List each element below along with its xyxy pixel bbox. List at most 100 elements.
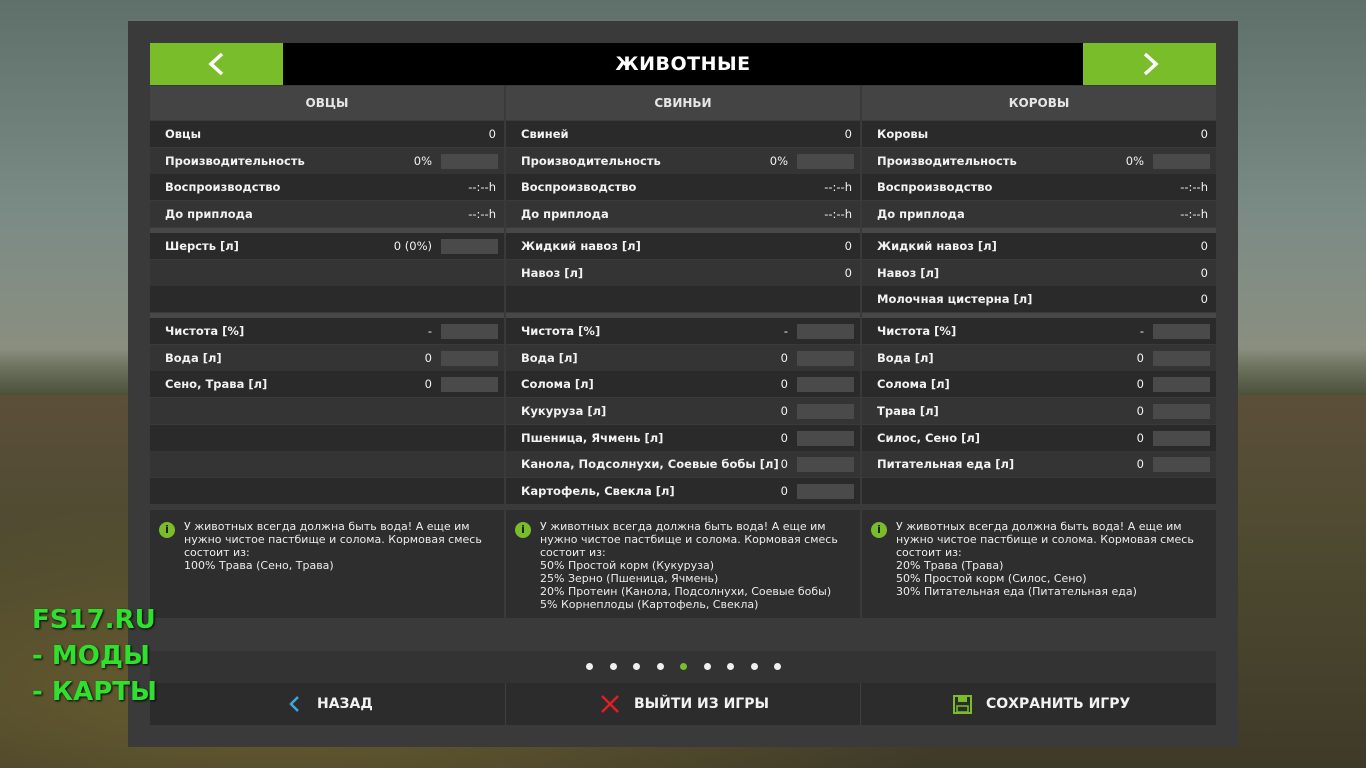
stat-label: Кукуруза [л] bbox=[521, 404, 607, 418]
animal-column: КОРОВЫ Коровы 0 Производительность 0% Воспрои… bbox=[862, 86, 1216, 618]
stat-value: 0% bbox=[769, 153, 788, 168]
stat-label: Чистота [%] bbox=[521, 323, 601, 338]
save-floppy-icon bbox=[953, 695, 972, 714]
stat-label: Вода [л] bbox=[877, 350, 934, 365]
level-bar bbox=[1153, 153, 1210, 169]
empty-row bbox=[506, 286, 860, 313]
stat-value: --:--h bbox=[824, 207, 852, 222]
feeding-info-text: У животных всегда должна быть вода! А ещ… bbox=[896, 520, 1194, 598]
stat-label: Пшеница, Ячмень [л] bbox=[521, 430, 664, 445]
stat-row: Силос, Сено [л] 0 bbox=[862, 424, 1216, 451]
stat-row: Шерсть [л] 0 (0%) bbox=[150, 232, 504, 259]
stat-row: Вода [л] 0 bbox=[150, 344, 504, 371]
stat-label: Производительность bbox=[521, 153, 661, 168]
site-watermark: FS17.RU - МОДЫ - КАРТЫ bbox=[32, 602, 157, 710]
empty-row bbox=[150, 424, 504, 451]
level-bar bbox=[797, 404, 854, 419]
stat-value: 0 bbox=[424, 377, 432, 392]
level-bar bbox=[797, 377, 854, 393]
level-bar bbox=[1153, 350, 1210, 366]
stat-label: Воспроизводство bbox=[521, 180, 637, 195]
next-page-button[interactable] bbox=[1083, 43, 1216, 85]
level-bar bbox=[1153, 323, 1210, 339]
stat-label: Трава [л] bbox=[877, 404, 939, 418]
quit-game-button[interactable]: ВЫЙТИ ИЗ ИГРЫ bbox=[506, 683, 860, 725]
stat-label: До приплода bbox=[165, 207, 253, 222]
stat-value: 0 bbox=[844, 265, 852, 280]
stat-row: До приплода --:--h bbox=[506, 201, 860, 228]
feeding-info-text: У животных всегда должна быть вода! А ещ… bbox=[540, 520, 838, 611]
stat-row: Производительность 0% bbox=[862, 147, 1216, 174]
page-dot[interactable] bbox=[586, 663, 593, 670]
page-title: ЖИВОТНЫЕ bbox=[615, 53, 751, 75]
stat-label: Жидкий навоз [л] bbox=[877, 238, 997, 253]
column-title: КОРОВЫ bbox=[862, 86, 1216, 120]
page-indicator bbox=[150, 651, 1216, 683]
level-bar bbox=[1153, 404, 1210, 419]
page-dot[interactable] bbox=[727, 663, 734, 670]
animal-column: ОВЦЫ Овцы 0 Производительность 0% Воспроизвод… bbox=[150, 86, 504, 618]
page-header: ЖИВОТНЫЕ bbox=[150, 43, 1216, 85]
save-label: СОХРАНИТЬ ИГРУ bbox=[986, 696, 1131, 712]
stat-label: Солома [л] bbox=[877, 377, 950, 392]
stat-value: 0 (0%) bbox=[393, 238, 432, 253]
prev-page-button[interactable] bbox=[150, 43, 283, 85]
chevron-left-icon bbox=[208, 52, 224, 76]
stat-value: 0% bbox=[413, 153, 432, 168]
watermark-line: - МОДЫ bbox=[32, 641, 150, 671]
level-bar bbox=[441, 238, 498, 254]
stat-label: Силос, Сено [л] bbox=[877, 430, 981, 445]
stat-label: Навоз [л] bbox=[521, 265, 584, 280]
stat-row: Навоз [л] 0 bbox=[862, 259, 1216, 286]
stat-row: Солома [л] 0 bbox=[862, 371, 1216, 398]
stat-row: Чистота [%] - bbox=[506, 317, 860, 344]
level-bar bbox=[797, 323, 854, 339]
stat-row: Картофель, Свекла [л] 0 bbox=[506, 478, 860, 505]
stat-row: Производительность 0% bbox=[150, 147, 504, 174]
stat-label: Свиней bbox=[521, 127, 569, 141]
stat-label: Производительность bbox=[165, 153, 305, 168]
level-bar bbox=[441, 153, 498, 169]
empty-row bbox=[862, 478, 1216, 505]
level-bar bbox=[797, 457, 854, 473]
stat-label: Воспроизводство bbox=[877, 180, 993, 195]
stat-label: Коровы bbox=[877, 127, 929, 141]
stat-label: Канола, Подсолнухи, Соевые бобы [л] bbox=[521, 457, 779, 472]
stat-value: 0 bbox=[780, 430, 788, 445]
stat-row: Вода [л] 0 bbox=[506, 344, 860, 371]
stat-value: 0 bbox=[1200, 292, 1208, 307]
stat-label: Воспроизводство bbox=[165, 180, 281, 195]
stat-value: 0 bbox=[844, 127, 852, 141]
feeding-info-box: i У животных всегда должна быть вода! А е… bbox=[862, 510, 1216, 618]
page-dot[interactable] bbox=[703, 663, 711, 670]
stat-row: Трава [л] 0 bbox=[862, 398, 1216, 424]
stat-row: Производительность 0% bbox=[506, 147, 860, 174]
stat-row: Вода [л] 0 bbox=[862, 344, 1216, 371]
stat-row: Кукуруза [л] 0 bbox=[506, 398, 860, 424]
stat-value: 0 bbox=[1136, 457, 1144, 472]
page-dot[interactable] bbox=[609, 663, 617, 670]
stat-row: Воспроизводство --:--h bbox=[506, 174, 860, 201]
page-dot-active[interactable] bbox=[680, 663, 687, 670]
page-dot[interactable] bbox=[656, 663, 664, 670]
stat-value: 0 bbox=[1136, 404, 1144, 418]
page-dot[interactable] bbox=[774, 663, 781, 670]
stat-label: Чистота [%] bbox=[877, 323, 957, 338]
save-game-button[interactable]: СОХРАНИТЬ ИГРУ bbox=[861, 683, 1216, 725]
back-button[interactable]: НАЗАД bbox=[150, 683, 505, 725]
stat-label: Овцы bbox=[165, 127, 201, 141]
stat-row: До приплода --:--h bbox=[862, 201, 1216, 228]
stat-value: 0 bbox=[1136, 377, 1144, 392]
feeding-info-text: У животных всегда должна быть вода! А ещ… bbox=[184, 520, 482, 572]
level-bar bbox=[1153, 377, 1210, 393]
stat-value: 0% bbox=[1125, 153, 1144, 168]
watermark-line: FS17.RU bbox=[32, 605, 156, 635]
back-label: НАЗАД bbox=[317, 696, 373, 712]
page-dot[interactable] bbox=[633, 663, 640, 670]
stat-row: Свиней 0 bbox=[506, 121, 860, 147]
info-icon: i bbox=[871, 522, 887, 538]
footer-bar: НАЗАД ВЫЙТИ ИЗ ИГРЫ СОХРАНИТЬ ИГРУ bbox=[150, 683, 1216, 725]
info-icon: i bbox=[515, 522, 531, 538]
page-dot[interactable] bbox=[750, 663, 758, 670]
level-bar bbox=[441, 323, 498, 339]
